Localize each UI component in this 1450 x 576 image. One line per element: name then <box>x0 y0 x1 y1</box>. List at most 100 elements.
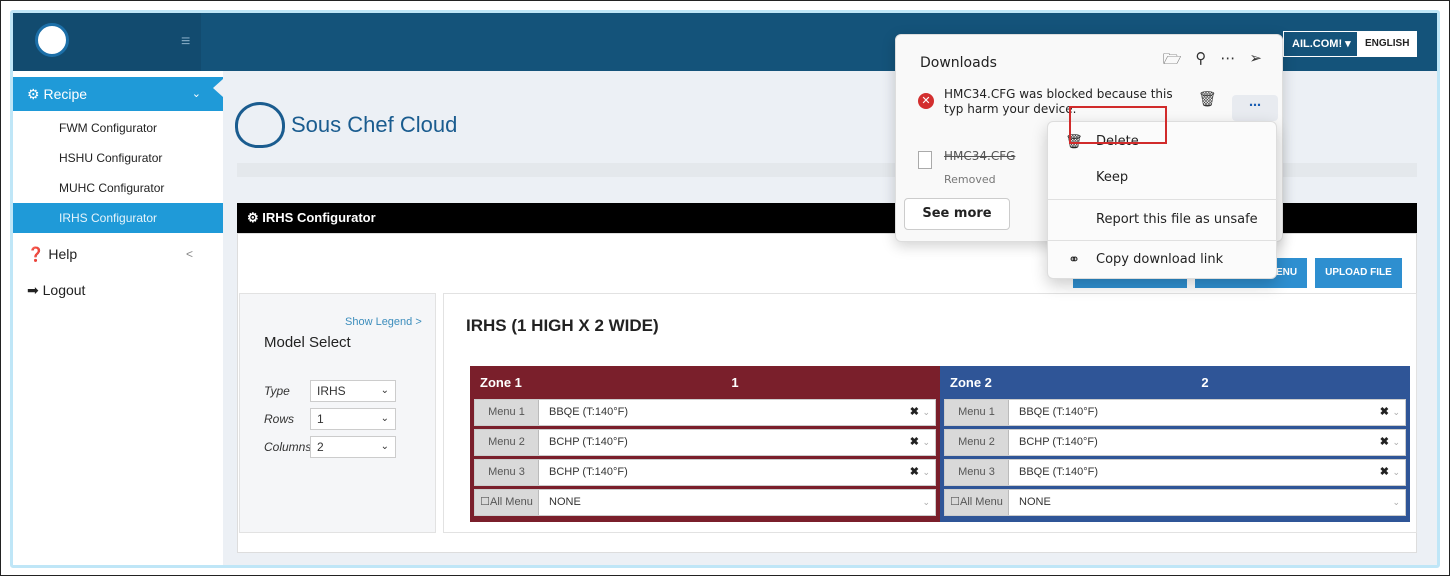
menu-label: Menu 1 <box>475 400 539 425</box>
all-menu-checkbox[interactable]: ☐All Menu <box>945 490 1009 515</box>
sidebar-item-label: Recipe <box>43 86 88 102</box>
type-value: IRHS <box>317 384 346 398</box>
brand-logo: Sous Chef Cloud <box>235 95 457 155</box>
chef-hat-logo-icon <box>35 23 69 57</box>
language-button[interactable]: ENGLISH <box>1357 31 1418 57</box>
zone-number: 1 <box>731 375 739 390</box>
columns-label: Columns <box>264 440 312 454</box>
all-menu-select[interactable]: NONE ⌄ <box>539 490 935 515</box>
menu-item-label: Copy download link <box>1096 252 1224 267</box>
red-highlight-annotation <box>1069 106 1167 144</box>
columns-row: Columns 2 ⌄ <box>264 436 396 458</box>
menu-select[interactable]: BCHP (T:140°F) ✖ ⌄ <box>539 430 935 455</box>
pin-icon[interactable]: ➢ <box>1249 49 1262 74</box>
menu-value: BCHP (T:140°F) <box>1019 436 1098 448</box>
show-legend-link[interactable]: Show Legend > <box>345 316 422 328</box>
hamburger-menu-icon[interactable]: ≡ <box>181 33 190 51</box>
menu-select[interactable]: BCHP (T:140°F) ✖ ⌄ <box>1009 430 1405 455</box>
chevron-down-icon: ⌄ <box>1392 437 1400 447</box>
downloads-title: Downloads <box>920 55 997 71</box>
upload-file-button[interactable]: UPLOAD FILE <box>1315 258 1402 288</box>
sidebar-item-logout[interactable]: ➡ Logout <box>13 273 223 307</box>
menu-value: BBQE (T:140°F) <box>1019 406 1098 418</box>
clear-icon[interactable]: ✖ <box>1380 430 1389 455</box>
type-select[interactable]: IRHS ⌄ <box>310 380 396 402</box>
zone-name: Zone 1 <box>480 375 522 390</box>
sidebar: ⚙ Recipe ⌄ FWM Configurator HSHU Configu… <box>13 71 223 565</box>
menu-value: BBQE (T:140°F) <box>549 406 628 418</box>
logo-area[interactable] <box>13 13 201 71</box>
folder-icon[interactable]: 🗁 <box>1163 49 1182 74</box>
link-icon: ⚭ <box>1068 252 1080 268</box>
more-options-icon[interactable]: ⋯ <box>1220 49 1235 74</box>
chevron-down-icon: ⌄ <box>1392 467 1400 477</box>
app-window: ≡ AIL.COM! ▾ ENGLISH ⚙ Recipe ⌄ FWM Conf… <box>10 10 1440 568</box>
chevron-down-icon: ⌄ <box>922 467 930 477</box>
menu-label: Menu 2 <box>945 430 1009 455</box>
clear-icon[interactable]: ✖ <box>1380 460 1389 485</box>
sidebar-item-irhs[interactable]: IRHS Configurator <box>13 203 223 233</box>
model-select-panel: Show Legend > Model Select Type IRHS ⌄ R… <box>239 293 436 533</box>
clear-icon[interactable]: ✖ <box>910 400 919 425</box>
menu-divider <box>1048 199 1278 200</box>
chevron-down-icon: ⌄ <box>922 497 930 507</box>
menu-label: Menu 3 <box>475 460 539 485</box>
clear-icon[interactable]: ✖ <box>1380 400 1389 425</box>
chevron-down-icon: ⌄ <box>1392 407 1400 417</box>
columns-select[interactable]: 2 ⌄ <box>310 436 396 458</box>
menu-item-copy-link[interactable]: ⚭ Copy download link <box>1048 242 1278 278</box>
menu-item-keep[interactable]: Keep <box>1048 160 1278 196</box>
columns-value: 2 <box>317 440 324 454</box>
account-dropdown[interactable]: AIL.COM! ▾ <box>1283 31 1360 57</box>
all-menu-checkbox[interactable]: ☐All Menu <box>475 490 539 515</box>
logout-icon: ➡ <box>27 282 39 298</box>
question-circle-icon: ❓ <box>27 246 45 262</box>
sidebar-item-muhc[interactable]: MUHC Configurator <box>13 173 223 203</box>
sidebar-item-label: Logout <box>42 282 86 298</box>
zone-number: 2 <box>1201 375 1209 390</box>
menu-value: BCHP (T:140°F) <box>549 466 628 478</box>
search-icon[interactable]: ⚲ <box>1195 49 1206 74</box>
see-more-button[interactable]: See more <box>904 198 1010 230</box>
rows-label: Rows <box>264 412 295 426</box>
clear-icon[interactable]: ✖ <box>910 460 919 485</box>
zone-header: Zone 2 2 <box>944 370 1406 396</box>
chevron-down-icon: ⌄ <box>380 385 389 396</box>
sidebar-item-hshu[interactable]: HSHU Configurator <box>13 143 223 173</box>
menu-select[interactable]: BBQE (T:140°F) ✖ ⌄ <box>1009 460 1405 485</box>
menu-select[interactable]: BCHP (T:140°F) ✖ ⌄ <box>539 460 935 485</box>
sidebar-item-help[interactable]: ❓ Help < <box>13 237 223 271</box>
trash-icon[interactable]: 🗑 <box>1198 90 1217 108</box>
menu-item-label: Keep <box>1096 170 1129 185</box>
menu-select[interactable]: BBQE (T:140°F) ✖ ⌄ <box>1009 400 1405 425</box>
all-menu-select[interactable]: NONE ⌄ <box>1009 490 1405 515</box>
zone-configurator: IRHS (1 HIGH X 2 WIDE) Zone 1 1 Menu 1 B… <box>443 293 1417 533</box>
gear-icon: ⚙ <box>27 86 40 102</box>
clear-icon[interactable]: ✖ <box>910 430 919 455</box>
menu-row: Menu 1 BBQE (T:140°F) ✖ ⌄ <box>474 399 936 426</box>
rows-row: Rows 1 ⌄ <box>264 408 396 430</box>
sidebar-item-fwm[interactable]: FWM Configurator <box>13 113 223 143</box>
downloads-toolbar: 🗁 ⚲ ⋯ ➢ <box>1163 49 1262 74</box>
menu-item-report-unsafe[interactable]: Report this file as unsafe <box>1048 202 1278 238</box>
menu-row: Menu 3 BCHP (T:140°F) ✖ ⌄ <box>474 459 936 486</box>
menu-value: BCHP (T:140°F) <box>549 436 628 448</box>
menu-row: Menu 1 BBQE (T:140°F) ✖ ⌄ <box>944 399 1406 426</box>
sidebar-item-recipe[interactable]: ⚙ Recipe ⌄ <box>13 77 223 111</box>
type-row: Type IRHS ⌄ <box>264 380 396 402</box>
blocked-error-icon: ✕ <box>918 93 934 109</box>
download-context-menu: 🗑 Delete Keep Report this file as unsafe… <box>1047 121 1278 279</box>
removed-file-name: HMC34.CFG <box>944 149 1016 163</box>
zones-title: IRHS (1 HIGH X 2 WIDE) <box>466 316 659 335</box>
menu-value: BBQE (T:140°F) <box>1019 466 1098 478</box>
menu-select[interactable]: BBQE (T:140°F) ✖ ⌄ <box>539 400 935 425</box>
all-menu-row: ☐All Menu NONE ⌄ <box>944 489 1406 516</box>
file-icon <box>918 151 932 169</box>
rows-select[interactable]: 1 ⌄ <box>310 408 396 430</box>
menu-row: Menu 2 BCHP (T:140°F) ✖ ⌄ <box>474 429 936 456</box>
rows-value: 1 <box>317 412 324 426</box>
chevron-down-icon: ⌄ <box>922 407 930 417</box>
chevron-down-icon: ⌄ <box>380 413 389 424</box>
download-more-button[interactable]: ⋯ <box>1232 95 1278 121</box>
model-select-title: Model Select <box>264 334 351 351</box>
